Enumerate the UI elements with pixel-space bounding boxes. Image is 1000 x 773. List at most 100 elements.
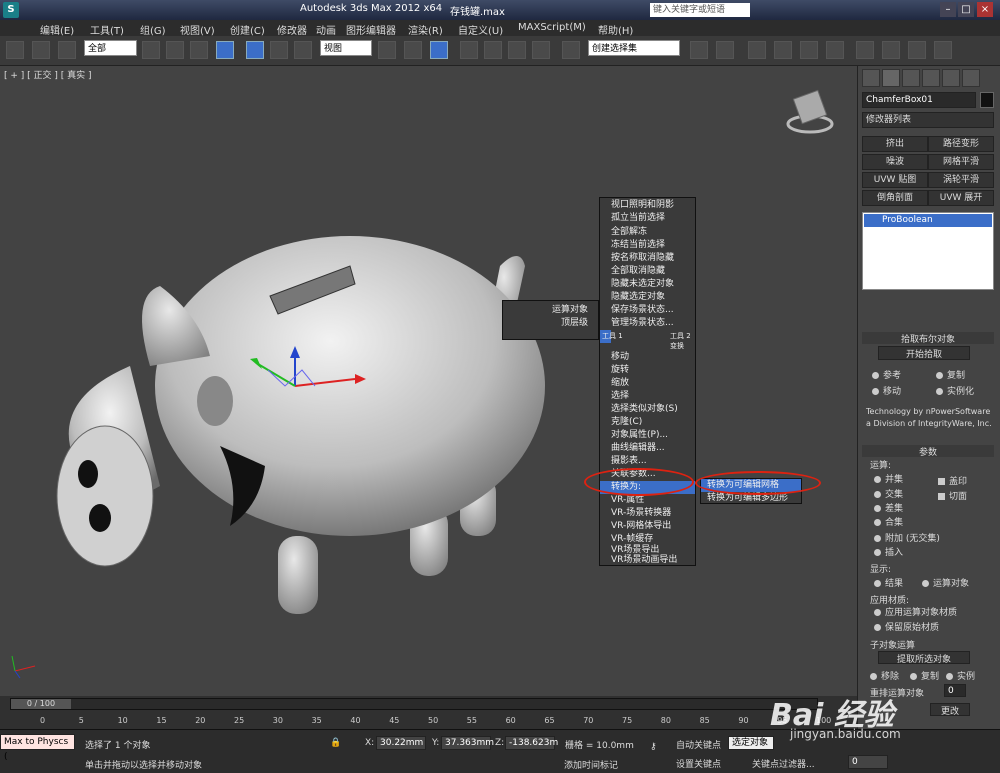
start-pick-button[interactable]: 开始拾取 <box>878 346 970 360</box>
percent-snap-icon[interactable] <box>508 41 526 59</box>
radio-operands[interactable]: 运算对象 <box>922 576 969 589</box>
radio-insert[interactable]: 插入 <box>874 545 903 558</box>
material-editor-icon[interactable] <box>856 41 874 59</box>
menu-item-operands[interactable]: 运算对象 <box>503 304 598 317</box>
radio-subtract[interactable]: 差集 <box>874 501 903 514</box>
menu-create[interactable]: 创建(C) <box>230 22 265 37</box>
mod-button[interactable]: 挤出 <box>862 136 928 152</box>
mod-button[interactable]: 噪波 <box>862 154 928 170</box>
select-by-name-icon[interactable] <box>166 41 184 59</box>
x-coord-field[interactable]: 30.22mm <box>376 736 426 750</box>
unlink-icon[interactable] <box>32 41 50 59</box>
object-name-field[interactable]: ChamferBox01 <box>862 92 976 108</box>
menu-item[interactable]: VR-属性 <box>600 494 695 507</box>
z-coord-field[interactable]: -138.623m <box>505 736 558 750</box>
stack-tools[interactable] <box>868 296 988 308</box>
select-object-icon[interactable] <box>142 41 160 59</box>
search-input[interactable]: 键入关键字或短语 <box>650 3 750 17</box>
viewport-label[interactable]: [ + ] [ 正交 ] [ 真实 ] <box>4 68 92 81</box>
modifier-list-dropdown[interactable]: 修改器列表 <box>862 112 994 128</box>
layer-manager-icon[interactable] <box>748 41 766 59</box>
ref-coord-dropdown[interactable]: 视图 <box>320 40 372 56</box>
key-selection-dropdown[interactable]: 选定对象 <box>728 736 774 750</box>
auto-key-button[interactable]: 自动关键点 <box>676 738 721 751</box>
mod-button[interactable]: UVW 展开 <box>928 190 994 206</box>
select-rotate-icon[interactable] <box>270 41 288 59</box>
menu-item[interactable]: 孤立当前选择 <box>600 212 695 225</box>
viewcube-icon[interactable] <box>786 89 834 134</box>
menu-item[interactable]: VR-网格体导出 <box>600 520 695 533</box>
render-frame-icon[interactable] <box>908 41 926 59</box>
menu-item[interactable]: 管理场景状态... <box>600 317 695 330</box>
radio-remove[interactable]: 移除 <box>870 669 899 682</box>
stack-item-proboolean[interactable]: ProBoolean <box>864 214 992 227</box>
menu-item[interactable]: 选择类似对象(S) <box>600 403 695 416</box>
check-cut[interactable]: 切面 <box>938 489 967 502</box>
radio-result[interactable]: 结果 <box>874 576 903 589</box>
link-icon[interactable] <box>6 41 24 59</box>
radio-keep-orig[interactable]: 保留原始材质 <box>874 620 939 633</box>
menu-item[interactable]: 摄影表... <box>600 455 695 468</box>
change-button[interactable]: 更改 <box>930 703 970 717</box>
time-slider[interactable]: 0 / 100 <box>10 698 818 710</box>
menu-help[interactable]: 帮助(H) <box>598 22 633 37</box>
menu-customize[interactable]: 自定义(U) <box>458 22 503 37</box>
select-scale-icon[interactable] <box>294 41 312 59</box>
edit-named-sel-icon[interactable] <box>562 41 580 59</box>
snaps-toggle-icon[interactable] <box>460 41 478 59</box>
schematic-icon[interactable] <box>826 41 844 59</box>
radio-reference[interactable]: 参考 <box>872 368 901 381</box>
named-selection-dropdown[interactable]: 创建选择集 <box>588 40 680 56</box>
check-cap[interactable]: 盖印 <box>938 474 967 487</box>
time-slider-thumb[interactable]: 0 / 100 <box>11 699 71 709</box>
graphite-icon[interactable] <box>774 41 792 59</box>
menu-modifiers[interactable]: 修改器 <box>277 22 307 37</box>
menu-item[interactable]: VR-场景转换器 <box>600 507 695 520</box>
mod-button[interactable]: 倒角剖面 <box>862 190 928 206</box>
menu-item[interactable]: 曲线编辑器... <box>600 442 695 455</box>
menu-item[interactable]: 视口照明和阴影 <box>600 199 695 212</box>
menu-tools[interactable]: 工具(T) <box>90 22 124 37</box>
angle-snap-icon[interactable] <box>484 41 502 59</box>
motion-tab-icon[interactable] <box>922 69 940 87</box>
lock-icon[interactable]: 🔒 <box>330 738 341 748</box>
mirror-icon[interactable] <box>690 41 708 59</box>
key-filters-button[interactable]: 关键点过滤器... <box>752 757 815 770</box>
menu-item[interactable]: 全部解冻 <box>600 226 695 239</box>
menu-views[interactable]: 视图(V) <box>180 22 215 37</box>
menu-graph-editors[interactable]: 图形编辑器 <box>346 22 396 37</box>
y-coord-field[interactable]: 37.363mm <box>441 736 494 750</box>
radio-instance2[interactable]: 实例 <box>946 669 975 682</box>
hierarchy-tab-icon[interactable] <box>902 69 920 87</box>
params-rollout-title[interactable]: 参数 <box>862 445 994 458</box>
menu-item[interactable]: 移动 <box>600 351 695 364</box>
modify-tab-icon[interactable] <box>882 69 900 87</box>
modifier-stack[interactable]: ProBoolean <box>862 212 994 290</box>
menu-item[interactable]: 冻结当前选择 <box>600 239 695 252</box>
reorder-value[interactable]: 0 <box>944 684 966 697</box>
radio-merge[interactable]: 合集 <box>874 515 903 528</box>
add-time-tag[interactable]: 添加时间标记 <box>564 758 618 771</box>
menu-item[interactable]: 保存场景状态... <box>600 304 695 317</box>
extract-button[interactable]: 提取所选对象 <box>878 651 970 665</box>
menu-rendering[interactable]: 渲染(R) <box>408 22 443 37</box>
close-icon[interactable]: × <box>977 2 993 17</box>
menu-item[interactable]: 隐藏选定对象 <box>600 291 695 304</box>
menu-item[interactable]: 隐藏未选定对象 <box>600 278 695 291</box>
maximize-icon[interactable]: □ <box>958 2 974 17</box>
menu-item[interactable]: 按名称取消隐藏 <box>600 252 695 265</box>
window-crossing-icon[interactable] <box>216 41 234 59</box>
pivot-icon[interactable] <box>378 41 396 59</box>
radio-copy[interactable]: 复制 <box>936 368 965 381</box>
radio-move[interactable]: 移动 <box>872 384 901 397</box>
align-icon[interactable] <box>716 41 734 59</box>
menu-animation[interactable]: 动画 <box>316 22 336 37</box>
create-tab-icon[interactable] <box>862 69 880 87</box>
timeline[interactable]: 0 / 100 0 5 10 15 20 25 30 35 40 45 50 55 60 65 70 75 80… <box>0 696 857 729</box>
menu-item[interactable]: 缩放 <box>600 377 695 390</box>
menu-edit[interactable]: 编辑(E) <box>40 22 74 37</box>
utilities-tab-icon[interactable] <box>962 69 980 87</box>
menu-item[interactable]: 克隆(C) <box>600 416 695 429</box>
render-icon[interactable] <box>934 41 952 59</box>
current-frame-field[interactable]: 0 <box>848 755 888 769</box>
